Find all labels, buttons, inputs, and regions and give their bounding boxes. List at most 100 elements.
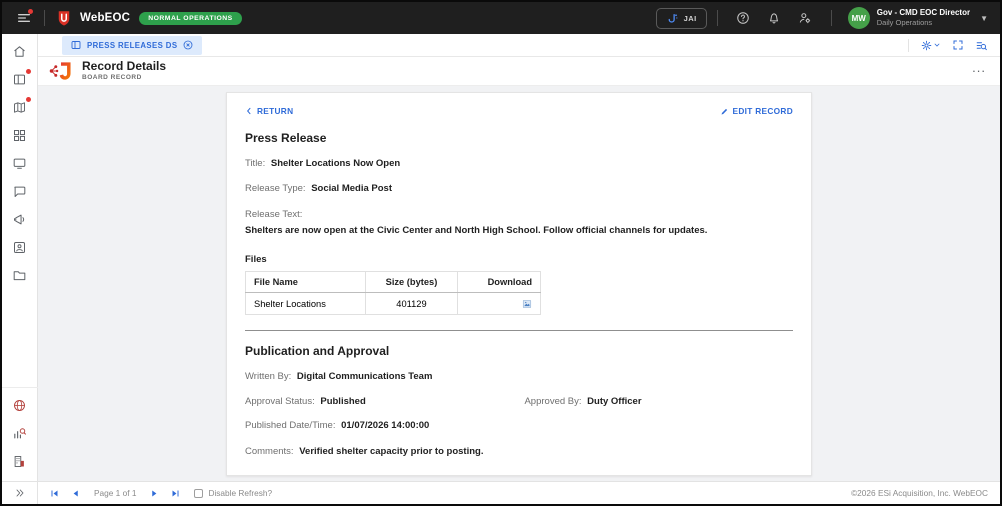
main-menu-button[interactable] [14,8,34,28]
apps-grid-icon [14,129,25,141]
organization-icon [14,455,24,467]
maps-notification-dot [25,97,31,102]
disable-refresh-label: Disable Refresh? [208,488,273,498]
files-table: File Name Size (bytes) Download Shelter … [245,271,541,315]
approved-by-label: Approved By: [524,396,582,408]
fullscreen-button[interactable] [952,39,964,51]
approval-row: Approval Status: Published Approved By: … [245,396,793,407]
field-written-by: Written By: Digital Communications Team [245,371,793,383]
jai-icon [668,13,677,23]
pencil-icon [721,108,727,114]
user-avatar[interactable]: MW [847,7,870,29]
sidebar-item-chat[interactable] [12,183,28,199]
record-heading: Press Release [245,131,327,145]
sidebar-item-boards[interactable] [12,69,31,87]
list-search-icon [976,41,987,50]
sidebar-item-globe-app[interactable] [12,397,28,413]
content-area: RETURN EDIT RECORD Press Release Title: … [38,86,1000,481]
download-file-icon[interactable] [522,299,532,309]
user-info[interactable]: Gov - CMD EOC Director Daily Operations [877,8,970,27]
pager-prev-button[interactable] [71,489,80,498]
jai-button-label: JAI [683,13,697,23]
sidebar-collapse-button[interactable] [2,481,38,504]
approved-by-value: Duty Officer [587,396,642,408]
comments-value: Verified shelter capacity prior to posti… [299,445,484,457]
sidebar-item-organization-app[interactable] [12,453,28,469]
analytics-icon [14,427,26,438]
webeoc-shield-icon [58,11,70,26]
field-approved-by: Approved By: Duty Officer [524,396,641,407]
double-chevron-icon [16,489,23,497]
column-file-name: File Name [245,271,366,294]
files-table-header-row: File Name Size (bytes) Download [245,271,541,294]
user-name: Gov - CMD EOC Director [876,8,971,18]
webeoc-app-window: WebEOC NORMAL OPERATIONS JAI MW Gov - CM… [0,0,1002,506]
pager-last-icon [172,490,179,496]
topbar-divider [716,10,718,26]
board-tab-icon [71,41,81,49]
help-icon [737,12,749,24]
sidebar-item-contacts[interactable] [12,239,28,255]
user-admin-icon [800,13,811,24]
page-indicator: Page 1 of 1 [94,488,137,498]
tab-tools-divider [908,38,909,52]
jai-button[interactable]: JAI [655,7,707,29]
topbar-divider [44,10,45,26]
sidebar-item-maps[interactable] [12,97,31,115]
footer-bar: Page 1 of 1 Disable Refresh? ©2026 ESi A… [38,481,1000,504]
sidebar-item-home[interactable] [12,43,28,59]
menu-notification-dot [28,9,33,14]
published-label: Published Date/Time: [245,420,336,432]
written-by-value: Digital Communications Team [296,370,433,382]
copyright-text: ©2026 ESi Acquisition, Inc. WebEOC [851,488,988,498]
user-admin-button[interactable] [798,11,813,26]
sidebar-item-apps[interactable] [12,127,28,143]
column-size: Size (bytes) [364,271,459,294]
notifications-button[interactable] [767,11,782,26]
field-release-type-label: Release Type: [245,183,306,195]
edit-record-button[interactable]: EDIT RECORD [720,106,793,116]
pager-last-button[interactable] [171,489,180,498]
home-icon [14,45,25,57]
boards-icon [14,74,25,84]
publication-heading: Publication and Approval [245,343,390,358]
close-tab-icon[interactable] [182,39,194,51]
pager-next-button[interactable] [150,489,159,498]
disable-refresh-control: Disable Refresh? [194,488,272,498]
user-role: Daily Operations [876,18,933,28]
published-value: 01/07/2026 14:00:00 [341,420,430,432]
page-title: Record Details [82,59,167,74]
sidebar-item-analytics-app[interactable] [12,425,28,441]
disable-refresh-checkbox[interactable] [194,488,204,498]
list-search-button[interactable] [975,39,988,52]
globe-icon [14,399,25,411]
board-overflow-menu[interactable]: ... [972,61,986,76]
board-settings-button[interactable] [920,39,941,52]
record-details-card: RETURN EDIT RECORD Press Release Title: … [226,92,812,476]
app-name: WebEOC [80,12,131,24]
return-button[interactable]: RETURN [245,106,293,116]
pager-first-button[interactable] [50,489,59,498]
file-download-cell [457,292,541,315]
sidebar-item-notifications[interactable] [12,211,28,227]
return-label: RETURN [257,106,294,116]
sidebar-group-divider [2,387,38,388]
field-release-text: Release Text: Shelters are now open at t… [245,209,793,238]
help-button[interactable] [736,11,751,26]
tab-press-releases-ds[interactable]: PRESS RELEASES DS [62,35,203,55]
topbar-divider [830,10,832,26]
approval-status-label: Approval Status: [245,396,315,408]
section-divider [245,329,793,331]
field-title-label: Title: [245,158,266,169]
column-download: Download [457,271,541,294]
user-menu-caret[interactable]: ▼ [980,14,988,23]
sidebar-item-files[interactable] [12,267,28,283]
sidebar [2,34,38,504]
page-subtitle: BOARD RECORD [82,74,142,82]
field-published-datetime: Published Date/Time: 01/07/2026 14:00:00 [245,420,793,432]
comments-label: Comments: [245,445,294,457]
bell-icon [770,13,779,24]
sidebar-item-displays[interactable] [12,155,28,171]
file-size-cell: 401129 [364,292,459,315]
pager-next-icon [152,490,157,496]
